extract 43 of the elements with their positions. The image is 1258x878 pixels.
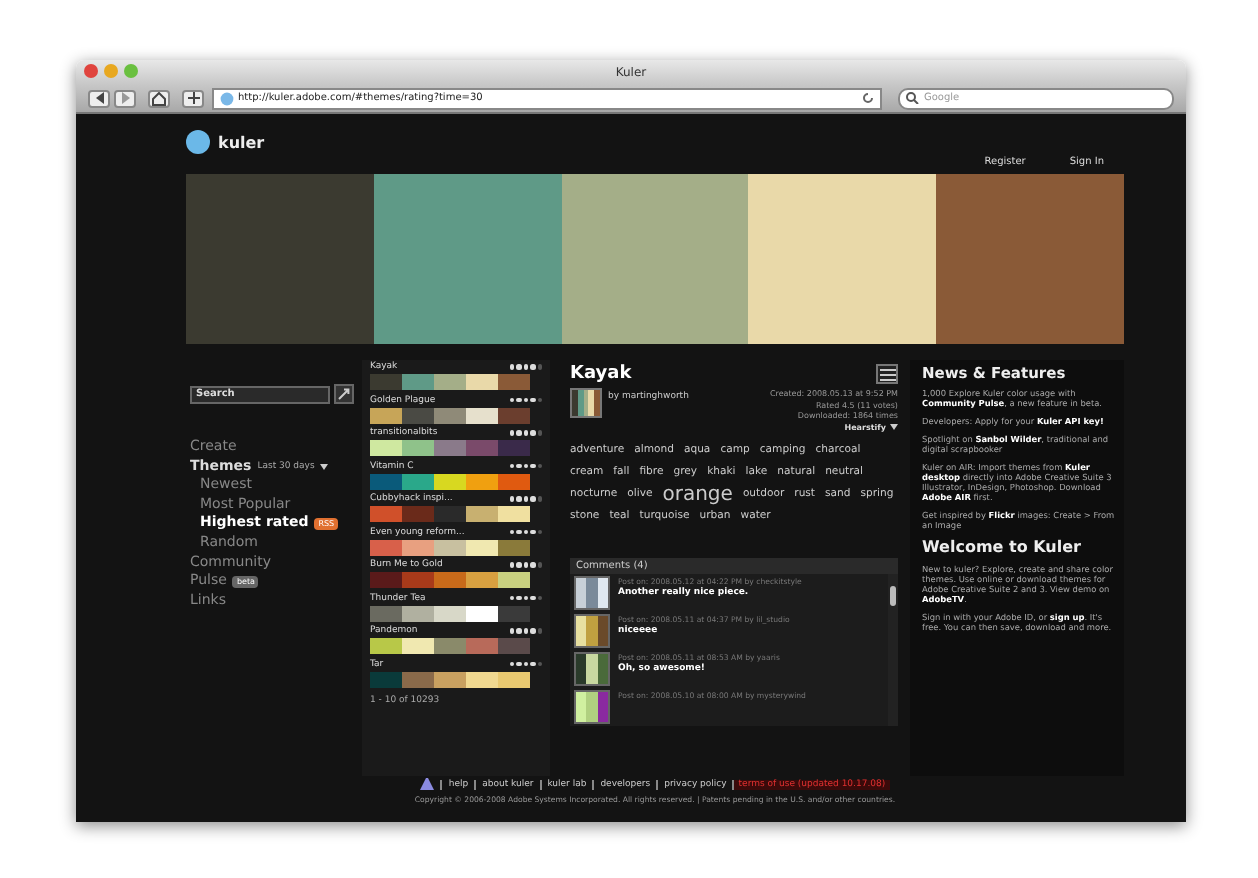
theme-thumbnail bbox=[570, 388, 602, 418]
tag-link[interactable]: orange bbox=[662, 486, 733, 504]
color-swatch[interactable] bbox=[373, 174, 562, 344]
scrollbar[interactable] bbox=[888, 574, 898, 726]
theme-palette[interactable] bbox=[370, 440, 530, 456]
search-button[interactable] bbox=[334, 384, 354, 404]
theme-palette[interactable] bbox=[370, 506, 530, 522]
home-icon bbox=[152, 91, 166, 105]
theme-palette[interactable] bbox=[370, 473, 530, 489]
theme-thumbnail bbox=[574, 576, 610, 610]
color-swatch[interactable] bbox=[936, 174, 1124, 344]
color-swatch[interactable] bbox=[561, 174, 749, 344]
plus-icon bbox=[187, 92, 199, 104]
theme-thumbnail bbox=[574, 690, 610, 724]
search-icon bbox=[906, 92, 920, 104]
theme-palette[interactable] bbox=[370, 374, 530, 390]
add-bookmark-button[interactable] bbox=[182, 89, 204, 107]
theme-palette[interactable] bbox=[370, 407, 530, 423]
menu-icon bbox=[879, 367, 895, 381]
home-button[interactable] bbox=[148, 89, 170, 107]
logo-text[interactable]: kuler bbox=[218, 133, 265, 151]
caret-icon[interactable] bbox=[320, 463, 329, 470]
welcome-heading: Welcome to Kuler bbox=[922, 538, 1083, 556]
theme-palette[interactable] bbox=[370, 638, 530, 654]
arrow-icon bbox=[338, 388, 350, 400]
forward-icon bbox=[121, 92, 129, 104]
logo-icon bbox=[186, 130, 210, 154]
menu-button[interactable] bbox=[876, 364, 898, 384]
close-icon[interactable] bbox=[84, 64, 98, 78]
theme-title: Kayak bbox=[570, 364, 632, 384]
globe-icon bbox=[220, 91, 234, 105]
back-icon bbox=[95, 92, 103, 104]
theme-palette[interactable] bbox=[370, 671, 530, 687]
theme-palette[interactable] bbox=[370, 539, 530, 555]
theme-palette[interactable] bbox=[370, 572, 530, 588]
theme-thumbnail bbox=[574, 652, 610, 686]
caret-icon[interactable] bbox=[890, 423, 898, 430]
color-swatch[interactable] bbox=[186, 174, 374, 344]
back-button[interactable] bbox=[88, 89, 110, 107]
color-swatch[interactable] bbox=[748, 174, 937, 344]
theme-palette[interactable] bbox=[370, 605, 530, 621]
theme-thumbnail bbox=[574, 614, 610, 648]
reload-icon[interactable] bbox=[862, 92, 874, 104]
